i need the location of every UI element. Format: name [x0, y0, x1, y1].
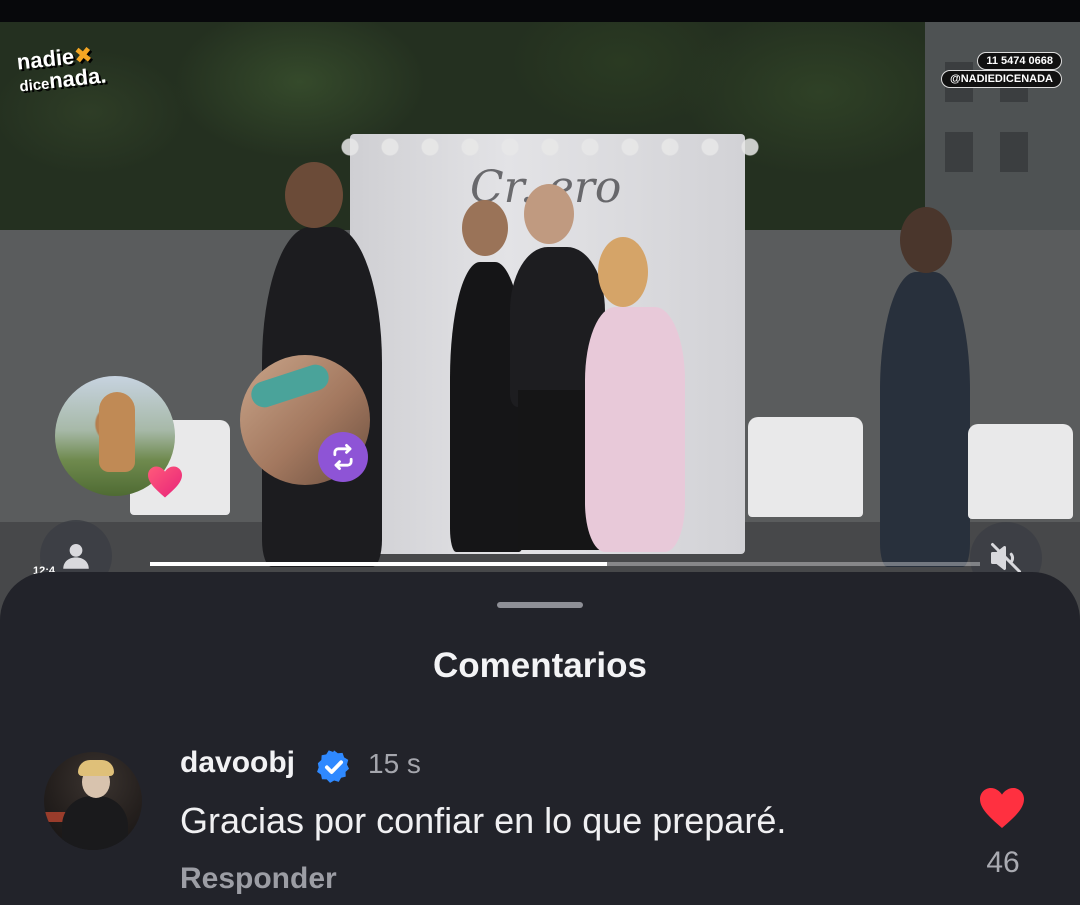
- comments-sheet: Comentarios davoobj 15 s Gracias por con…: [0, 572, 1080, 905]
- heart-icon: [148, 466, 182, 498]
- flower-garland: [330, 122, 760, 162]
- comment-time: 15 s: [368, 748, 421, 779]
- guest-chair: [968, 424, 1073, 519]
- comment-avatar[interactable]: [44, 752, 142, 850]
- like-heart-icon[interactable]: [978, 786, 1026, 830]
- verified-badge-icon: [317, 750, 350, 783]
- status-bar-strip: [0, 0, 1080, 22]
- guest-chair: [748, 417, 863, 517]
- photographer: [880, 272, 970, 567]
- reply-button[interactable]: Responder: [180, 862, 337, 896]
- handle-tag: @NADIEDICENADA: [940, 70, 1062, 88]
- video-progress-bar[interactable]: [150, 562, 980, 566]
- groom-head: [462, 200, 508, 256]
- phone-tag: 11 5474 0668: [977, 52, 1062, 70]
- video-player[interactable]: Cr..ero nadie✖ dicenada. 11 5474 0668 @N…: [0, 22, 1080, 637]
- camera-operator-head: [285, 162, 343, 228]
- channel-logo: nadie✖ dicenada.: [15, 41, 108, 96]
- photographer-head: [900, 207, 952, 273]
- like-count: 46: [986, 846, 1020, 879]
- officiant-head: [524, 184, 574, 244]
- comment-text: Gracias por confiar en lo que preparé.: [180, 800, 787, 841]
- sheet-title: Comentarios: [433, 646, 647, 685]
- comment-username[interactable]: davoobj: [180, 746, 295, 780]
- bride: [585, 307, 685, 552]
- sheet-grabber[interactable]: [497, 602, 583, 608]
- bride-head: [598, 237, 648, 307]
- repost-icon: [318, 432, 368, 482]
